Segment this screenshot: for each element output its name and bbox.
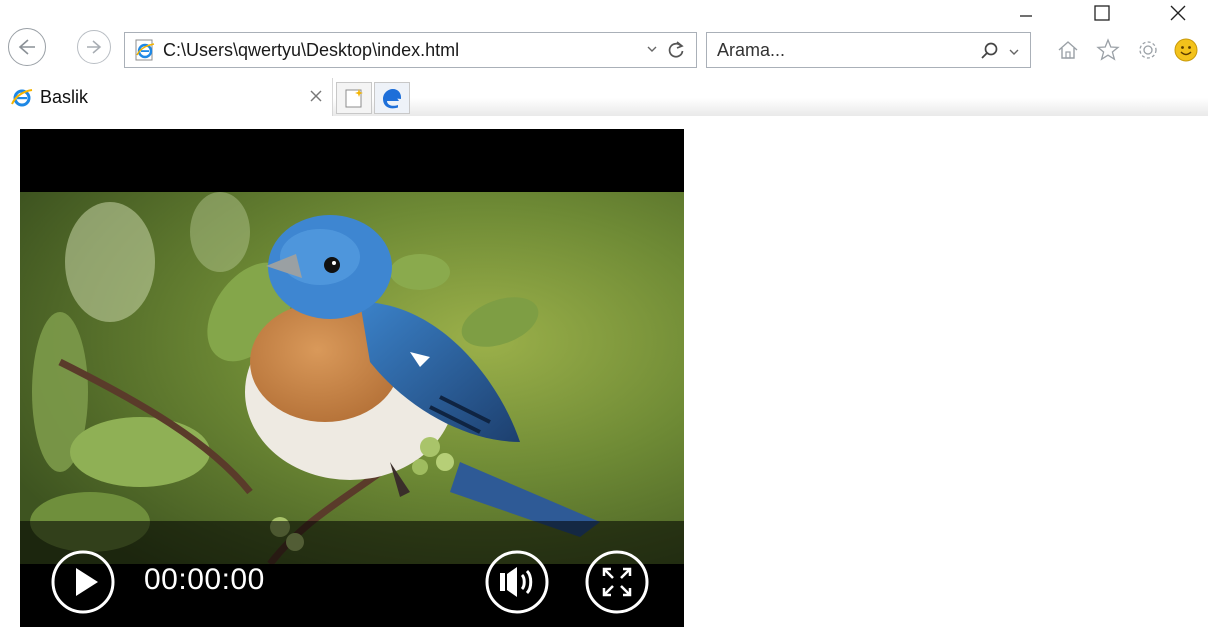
ie-icon xyxy=(11,89,33,107)
refresh-icon[interactable] xyxy=(666,40,686,60)
video-player[interactable]: 00:00:00 xyxy=(20,129,684,627)
tools-button[interactable] xyxy=(1134,36,1162,64)
maximize-button[interactable] xyxy=(1079,0,1125,26)
forward-button[interactable] xyxy=(77,30,111,64)
arrow-right-icon xyxy=(87,40,102,54)
close-icon xyxy=(310,90,322,102)
close-window-button[interactable] xyxy=(1155,0,1201,26)
play-icon xyxy=(76,568,98,596)
play-button[interactable] xyxy=(51,550,115,614)
volume-button[interactable] xyxy=(485,550,549,614)
minimize-button[interactable] xyxy=(1003,0,1049,26)
video-frame xyxy=(20,192,684,564)
home-icon xyxy=(1058,41,1078,59)
chevron-down-icon[interactable] xyxy=(646,43,658,55)
search-icon[interactable] xyxy=(980,41,1000,61)
open-edge-button[interactable] xyxy=(374,82,410,114)
close-icon xyxy=(1170,5,1186,21)
home-button[interactable] xyxy=(1054,36,1082,64)
gear-icon xyxy=(1139,41,1157,59)
back-button[interactable] xyxy=(8,28,46,66)
chevron-down-icon[interactable] xyxy=(1008,48,1020,58)
url-text: C:\Users\qwertyu\Desktop\index.html xyxy=(163,39,460,60)
volume-icon xyxy=(500,567,533,597)
tab-baslik[interactable]: Baslik xyxy=(0,78,333,116)
new-tab-button[interactable] xyxy=(336,82,372,114)
search-input[interactable] xyxy=(717,39,967,61)
search-box[interactable] xyxy=(706,32,1031,68)
page-icon xyxy=(135,39,155,61)
tab-title: Baslik xyxy=(40,87,89,107)
fullscreen-icon xyxy=(602,567,632,597)
address-bar[interactable]: C:\Users\qwertyu\Desktop\index.html xyxy=(124,32,697,68)
arrow-left-icon xyxy=(18,39,35,55)
tab-close-button[interactable] xyxy=(306,86,326,106)
maximize-icon xyxy=(1094,5,1110,21)
fullscreen-button[interactable] xyxy=(585,550,649,614)
feedback-button[interactable] xyxy=(1172,36,1200,64)
smiley-icon xyxy=(1174,38,1198,62)
minimize-icon xyxy=(1020,15,1032,17)
star-icon xyxy=(1096,38,1120,61)
new-tab-icon xyxy=(345,89,363,108)
edge-icon xyxy=(383,89,401,109)
time-display: 00:00:00 xyxy=(144,563,265,596)
favorites-button[interactable] xyxy=(1094,36,1122,64)
